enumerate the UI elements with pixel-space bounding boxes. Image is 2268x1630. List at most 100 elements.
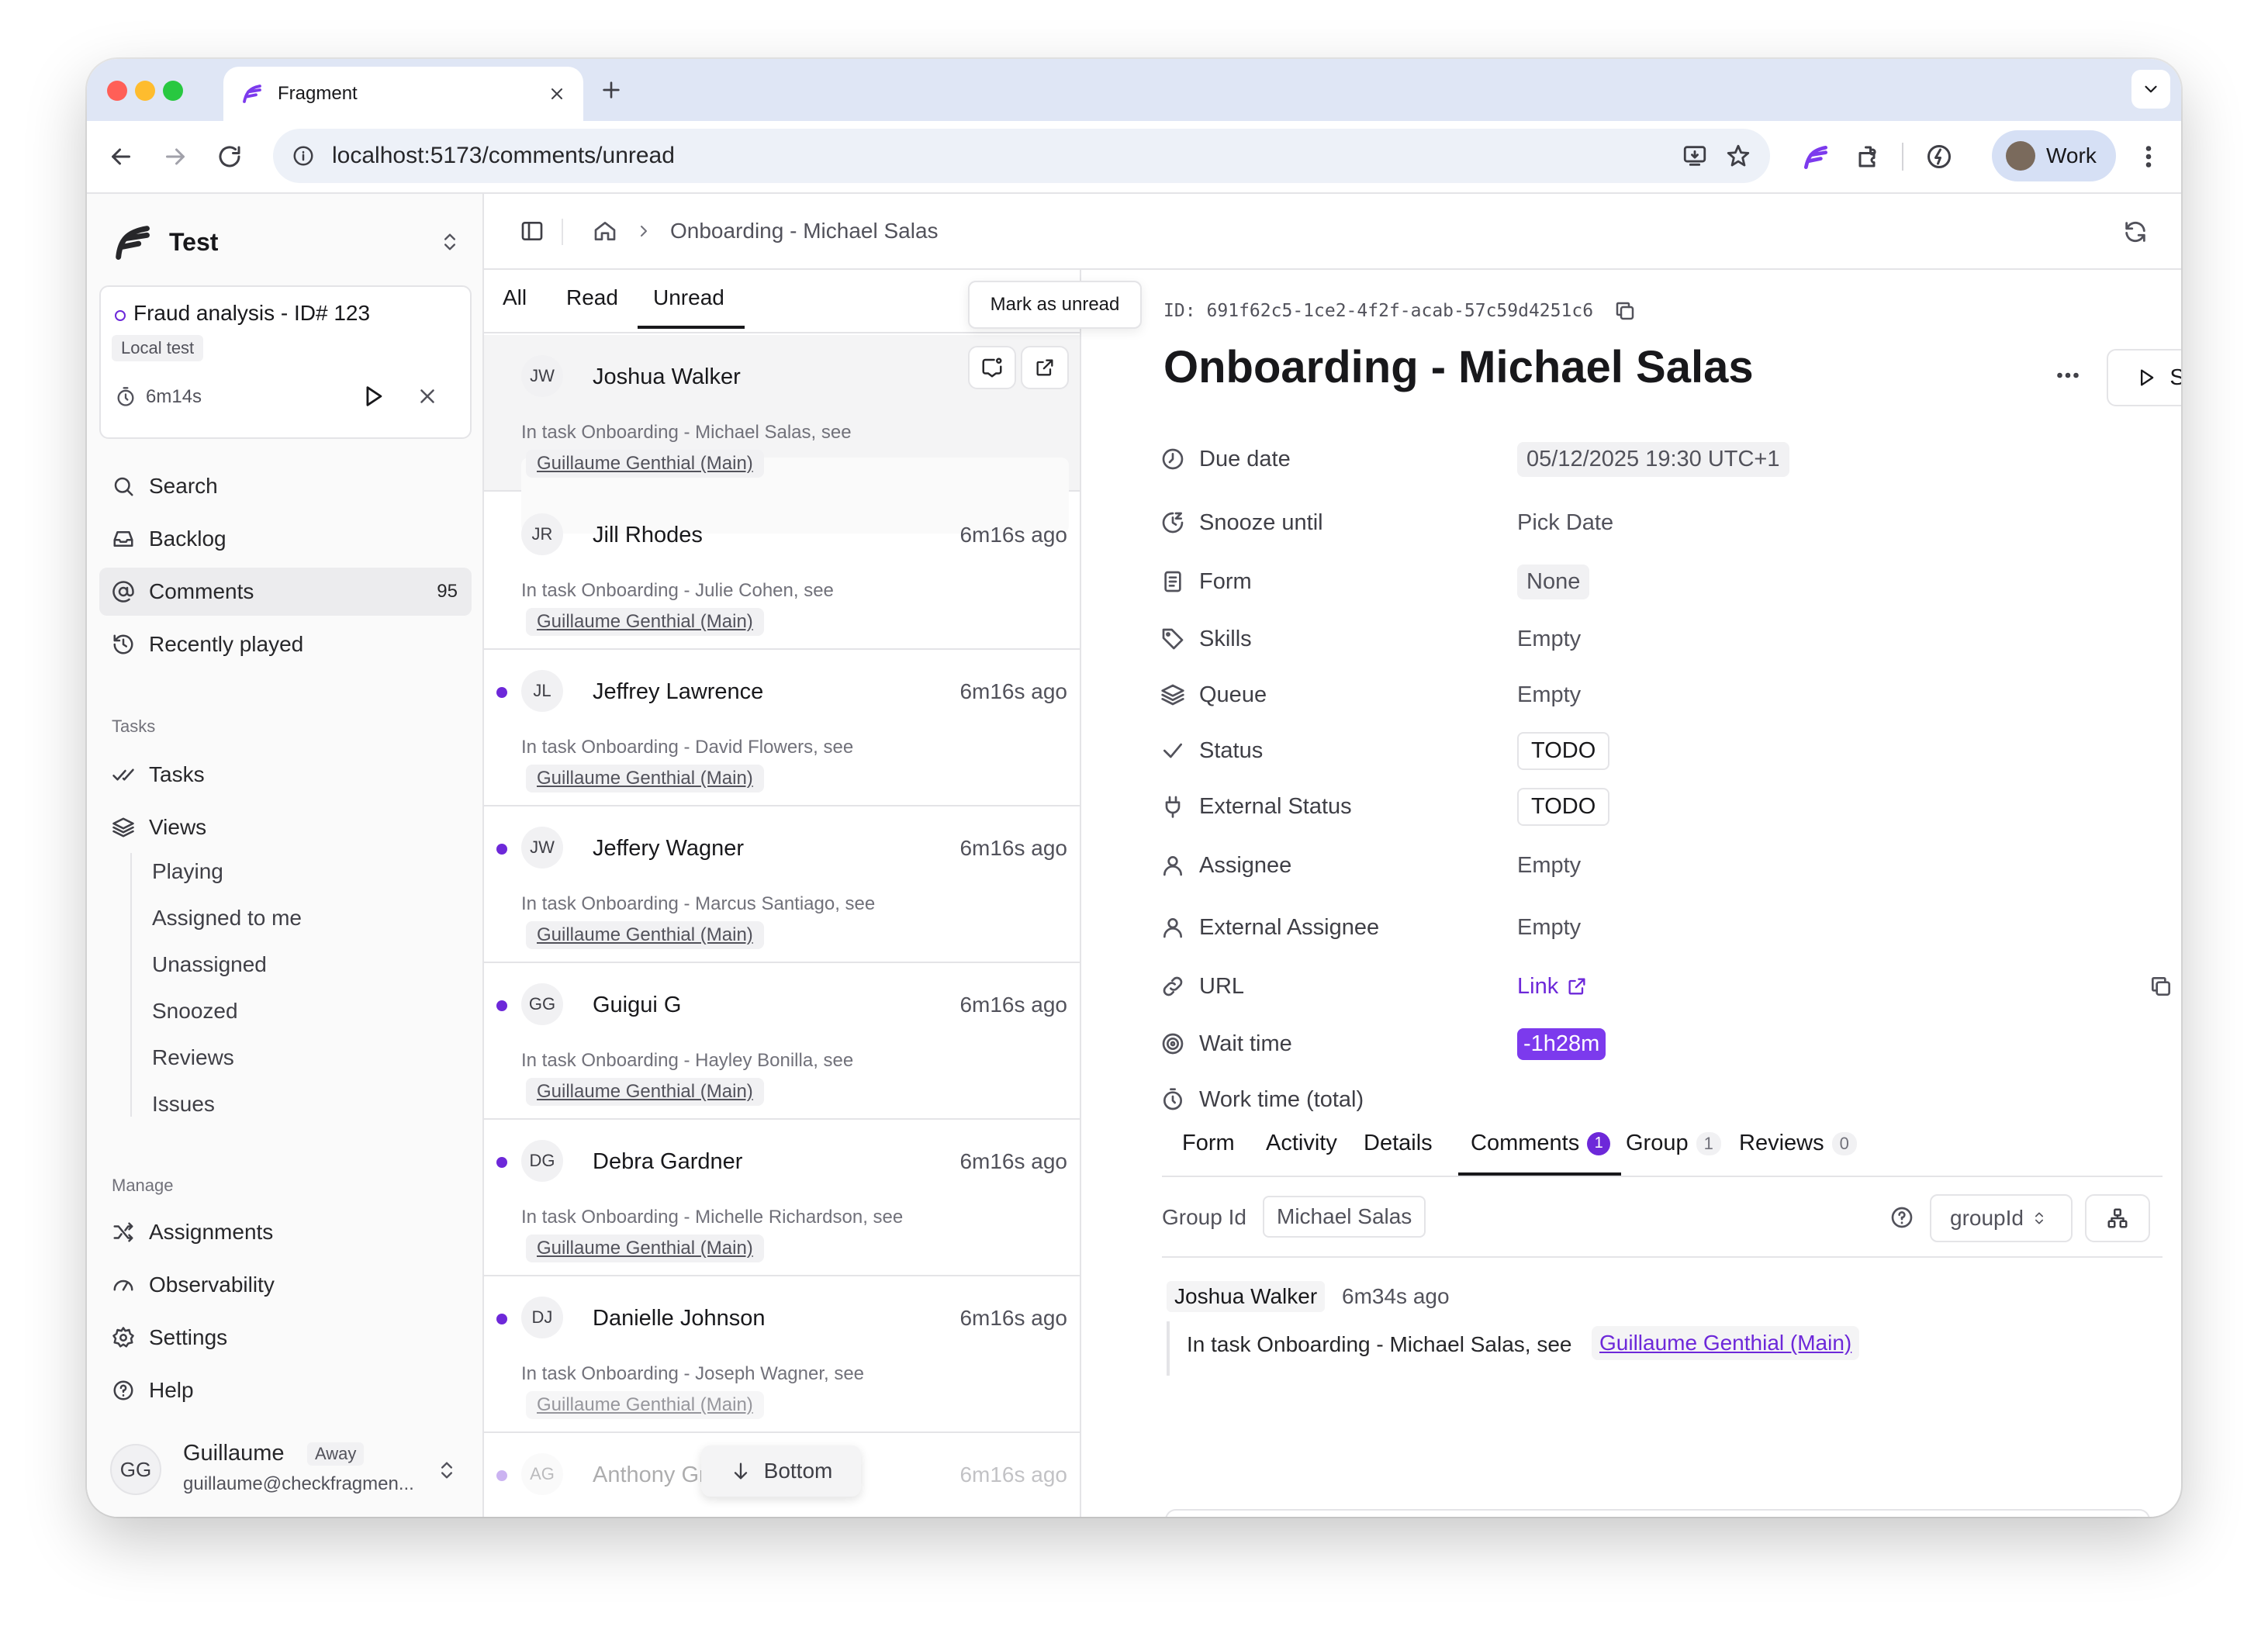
copy-icon[interactable] [2149, 974, 2173, 999]
sidebar-view-playing[interactable]: Playing [152, 859, 223, 884]
maximize-window-button[interactable] [163, 81, 183, 101]
performance-icon[interactable] [1925, 143, 1953, 171]
tab-read[interactable]: Read [566, 285, 618, 310]
comment-editor[interactable] [1165, 1509, 2150, 1517]
refresh-icon[interactable] [2122, 219, 2149, 245]
comment-card[interactable]: JW Jeffery Wagner 6m16s ago In task Onbo… [484, 806, 1080, 963]
snooze-value[interactable]: Pick Date [1517, 510, 1613, 536]
status-value[interactable]: TODO [1517, 731, 1610, 770]
sidebar-item-comments[interactable]: Comments 95 [99, 568, 472, 616]
back-icon[interactable] [107, 143, 135, 171]
comment-link[interactable]: Guillaume Genthial (Main) [526, 450, 764, 478]
new-tab-icon[interactable] [599, 78, 624, 102]
minimize-window-button[interactable] [135, 81, 155, 101]
open-external-button[interactable] [1021, 346, 1069, 389]
sidebar-view-assigned-to-me[interactable]: Assigned to me [152, 906, 302, 931]
sidebar-item-settings[interactable]: Settings [99, 1314, 472, 1362]
sidebar-item-observability[interactable]: Observability [99, 1261, 472, 1309]
external-status-value[interactable]: TODO [1517, 787, 1610, 826]
sidebar-item-recently-played[interactable]: Recently played [99, 620, 472, 668]
install-app-icon[interactable] [1682, 143, 1708, 169]
sidebar-view-reviews[interactable]: Reviews [152, 1045, 234, 1070]
tab-search-button[interactable] [2131, 70, 2170, 109]
comment-link[interactable]: Guillaume Genthial (Main) [526, 1078, 764, 1106]
comment-card[interactable]: GG Guigui G 6m16s ago In task Onboarding… [484, 963, 1080, 1120]
hierarchy-button[interactable] [2085, 1194, 2150, 1242]
active-task-card[interactable]: Fraud analysis - ID# 123 Local test 6m14… [99, 285, 472, 439]
comment-card[interactable]: JW Joshua Walker In task Onboarding - Mi… [484, 335, 1080, 534]
tab-details[interactable]: Details [1364, 1131, 1433, 1156]
sidebar-item-assignments[interactable]: Assignments [99, 1208, 472, 1256]
sidebar-view-snoozed[interactable]: Snoozed [152, 999, 238, 1024]
sidebar-item-backlog[interactable]: Backlog [99, 515, 472, 563]
property-due-date: Due date 05/12/2025 19:30 UTC+1 [1160, 437, 2153, 481]
comment-card[interactable]: JL Jeffrey Lawrence 6m16s ago In task On… [484, 650, 1080, 806]
comment-link[interactable]: Guillaume Genthial (Main) [526, 1391, 764, 1419]
sidebar-item-help[interactable]: Help [99, 1366, 472, 1414]
comment-card[interactable]: JR Jill Rhodes 6m16s ago In task Onboard… [484, 493, 1080, 650]
tab-form[interactable]: Form [1182, 1131, 1235, 1156]
forward-icon[interactable] [161, 143, 189, 171]
site-info-icon[interactable] [292, 144, 315, 167]
comments-list: All Read Unread JW Joshua Walker In task… [484, 270, 1081, 1517]
sidebar-item-tasks[interactable]: Tasks [99, 751, 472, 799]
address-bar[interactable]: localhost:5173/comments/unread [273, 129, 1770, 183]
copy-icon[interactable] [1613, 299, 1637, 323]
profile-button[interactable]: Work [1992, 130, 2116, 181]
tab-reviews[interactable]: Reviews 0 [1739, 1131, 1857, 1156]
close-icon[interactable] [416, 385, 439, 408]
comment-link[interactable]: Guillaume Genthial (Main) [526, 1235, 764, 1262]
bookmark-star-icon[interactable] [1725, 143, 1751, 169]
tab-group[interactable]: Group 1 [1626, 1131, 1721, 1156]
sidebar-item-search[interactable]: Search [99, 462, 472, 510]
more-vertical-icon[interactable] [2135, 143, 2163, 171]
close-tab-icon[interactable] [548, 85, 566, 103]
start-button[interactable]: Start [2107, 349, 2181, 406]
tab-comments[interactable]: Comments 1 [1471, 1131, 1611, 1156]
workspace-switcher[interactable]: Test [112, 222, 461, 262]
tab-all[interactable]: All [503, 285, 527, 310]
fragment-extension-icon[interactable] [1801, 143, 1831, 172]
comment-card[interactable]: DJ Danielle Johnson 6m16s ago In task On… [484, 1276, 1080, 1433]
comment-link[interactable]: Guillaume Genthial (Main) [1592, 1326, 1860, 1360]
comment-author: Danielle Johnson [593, 1306, 766, 1331]
assignee-value[interactable]: Empty [1517, 853, 1581, 879]
snooze-icon [1160, 510, 1185, 535]
help-circle-icon[interactable] [1889, 1205, 1914, 1230]
user-menu[interactable]: GG Guillaume Away guillaume@checkfragmen… [110, 1435, 467, 1504]
active-task-title: Fraud analysis - ID# 123 [133, 301, 371, 325]
close-window-button[interactable] [107, 81, 127, 101]
sidebar-toggle-icon[interactable] [520, 219, 545, 243]
group-select[interactable]: groupId [1930, 1194, 2073, 1242]
group-value[interactable]: Michael Salas [1263, 1196, 1426, 1238]
property-assignee: Assignee Empty [1160, 844, 2153, 887]
tab-activity[interactable]: Activity [1266, 1131, 1337, 1156]
sidebar-view-issues[interactable]: Issues [152, 1092, 215, 1117]
external-assignee-value[interactable]: Empty [1517, 915, 1581, 941]
sidebar-view-unassigned[interactable]: Unassigned [152, 952, 267, 977]
property-label: Form [1199, 568, 1252, 594]
browser-tab[interactable]: Fragment [223, 67, 583, 121]
mark-unread-button[interactable] [968, 346, 1016, 389]
comment-link[interactable]: Guillaume Genthial (Main) [526, 921, 764, 949]
queue-value[interactable]: Empty [1517, 682, 1581, 708]
tab-unread[interactable]: Unread [653, 285, 724, 310]
play-icon[interactable] [360, 383, 386, 409]
form-value[interactable]: None [1517, 564, 1590, 599]
skills-value[interactable]: Empty [1517, 627, 1581, 652]
extensions-puzzle-icon[interactable] [1855, 143, 1883, 171]
sidebar-item-views[interactable]: Views [99, 803, 472, 851]
scroll-bottom-button[interactable]: Bottom [701, 1445, 861, 1497]
property-external-status: External Status TODO [1160, 785, 2153, 828]
comment-link[interactable]: Guillaume Genthial (Main) [526, 765, 764, 793]
reload-icon[interactable] [216, 143, 244, 171]
breadcrumb-current[interactable]: Onboarding - Michael Salas [670, 219, 939, 243]
home-icon[interactable] [593, 219, 617, 243]
group-filter-bar: Group Id Michael Salas groupId [1162, 1185, 2163, 1258]
url-link[interactable]: Link [1517, 974, 1588, 1000]
toolbar-divider [1902, 143, 1903, 171]
due-date-value[interactable]: 05/12/2025 19:30 UTC+1 [1517, 441, 1789, 477]
comment-link[interactable]: Guillaume Genthial (Main) [526, 608, 764, 636]
comment-card[interactable]: DG Debra Gardner 6m16s ago In task Onboa… [484, 1120, 1080, 1276]
more-horizontal-icon[interactable] [2054, 361, 2082, 389]
